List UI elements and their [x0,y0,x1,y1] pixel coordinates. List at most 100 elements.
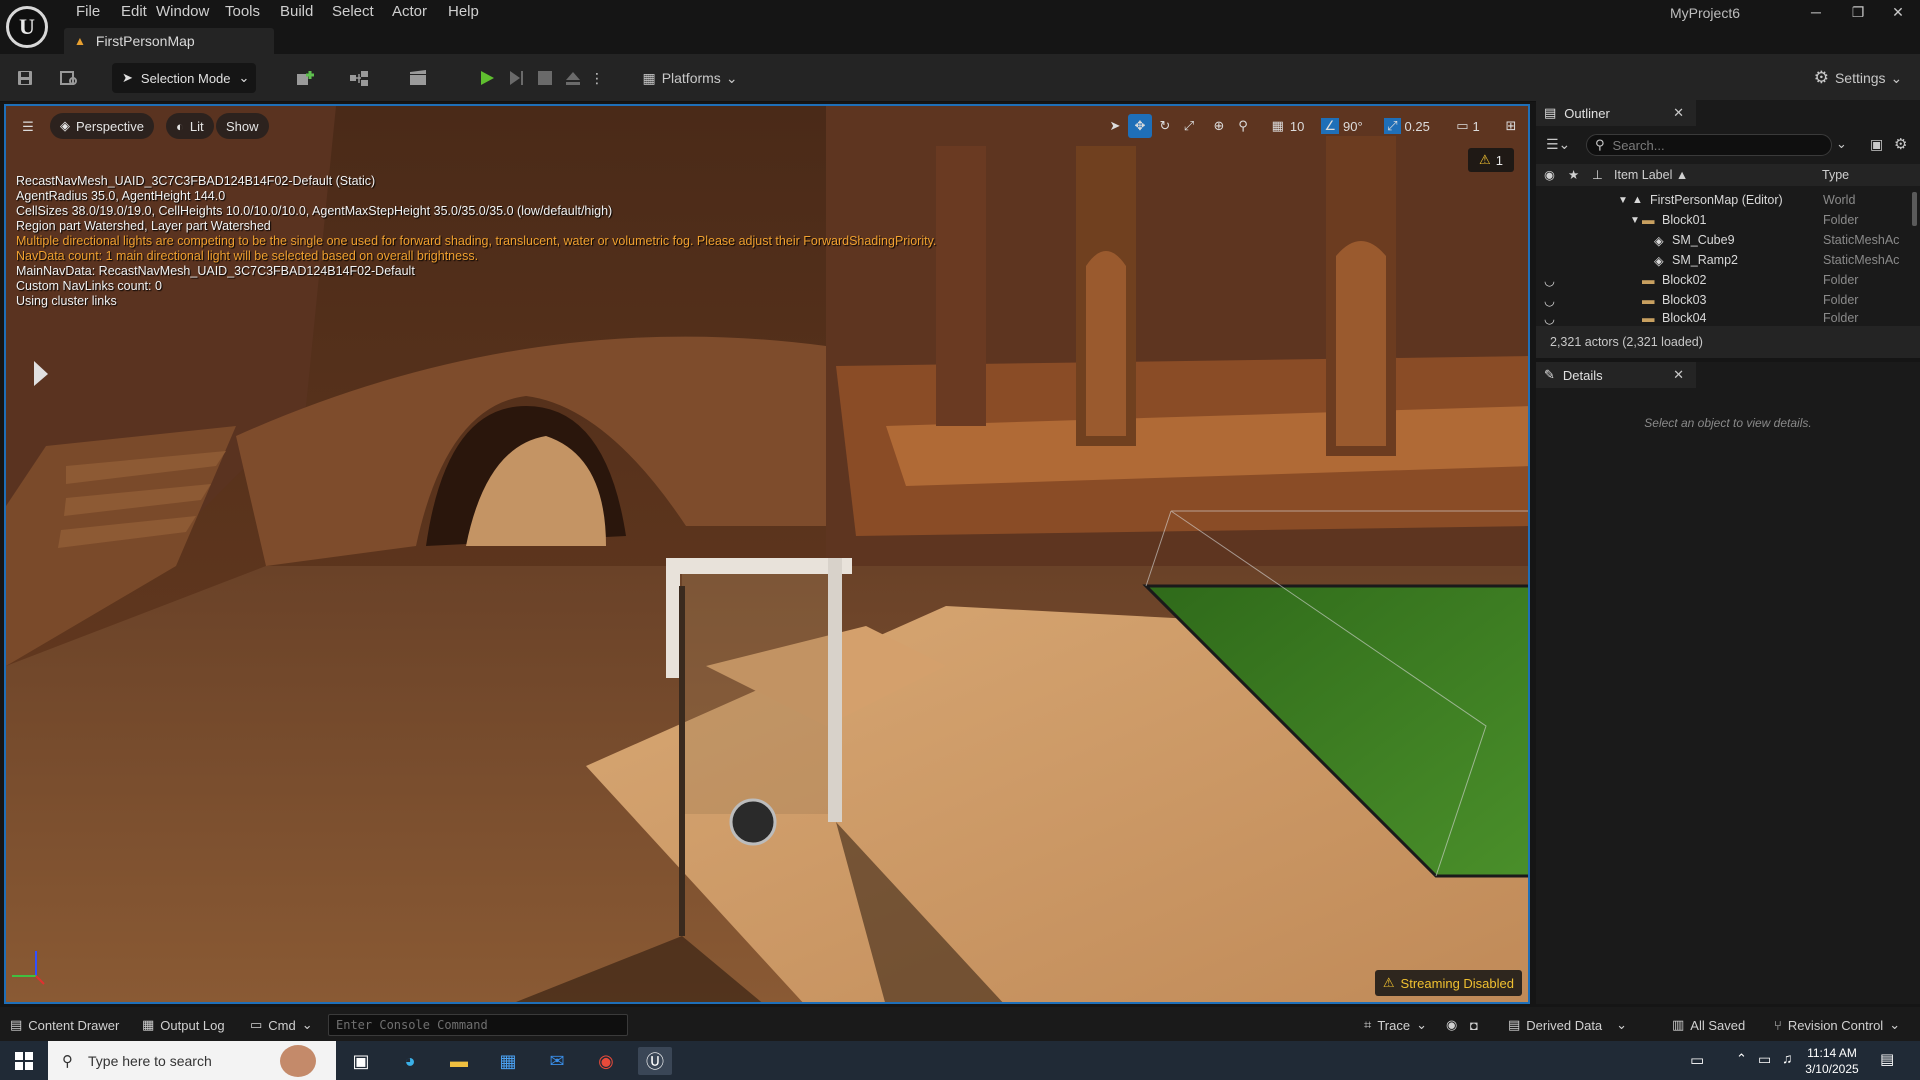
mail-icon[interactable]: ✉ [540,1047,574,1075]
grid-snap-button[interactable]: ▦ 10 [1264,114,1312,138]
tab-details[interactable]: ✎ Details ✕ [1536,362,1696,388]
caret-down-icon[interactable]: ▼ [1630,215,1640,226]
close-icon[interactable]: ✕ [1673,367,1684,383]
taskbar-clock[interactable]: 11:14 AM 3/10/2025 [1792,1045,1872,1077]
chevron-down-icon[interactable]: ⌄ [1836,136,1847,152]
outliner-row[interactable]: ◡ ▬ Block03 Folder [1536,290,1916,310]
viewport-menu-icon[interactable]: ☰ [16,115,40,139]
scale-snap-button[interactable]: ⤢ 0.25 [1378,114,1436,138]
all-saved-button[interactable]: ▥ All Saved [1672,1015,1745,1035]
unreal-taskbar-icon[interactable]: Ⓤ [638,1047,672,1075]
selection-mode-dropdown[interactable]: ➤ Selection Mode ⌄ [112,63,256,93]
notification-icon[interactable]: ▤ [1880,1050,1894,1068]
chevron-down-icon: ⌄ [1889,1017,1901,1032]
step-icon[interactable] [503,62,529,94]
eye-closed-icon[interactable]: ◡ [1544,293,1555,308]
outliner-row[interactable]: ◡ ▬ Block04 Folder [1536,310,1916,326]
volume-icon[interactable]: ♫ [1782,1050,1793,1066]
translate-tool-icon[interactable]: ✥ [1128,114,1152,138]
trace-dropdown[interactable]: ⌗ Trace ⌄ [1364,1015,1427,1035]
outliner-row[interactable]: ▼ ▲ FirstPersonMap (Editor) World [1536,190,1916,210]
browse-icon[interactable] [56,62,82,94]
perspective-button[interactable]: ◈ Perspective [50,113,154,139]
menu-window[interactable]: Window [146,3,219,21]
save-icon[interactable] [12,62,38,94]
restore-button[interactable]: ❐ [1838,2,1878,24]
stat-line: RecastNavMesh_UAID_3C7C3FBAD124B14F02-De… [16,174,376,188]
col-item-label[interactable]: Item Label ▲ [1614,168,1688,182]
store-icon[interactable]: ▦ [491,1047,525,1075]
close-button[interactable]: ✕ [1878,2,1918,24]
pin-icon[interactable]: ⊥ [1592,167,1603,182]
show-button[interactable]: Show [216,113,269,139]
windows-start-icon[interactable] [6,1047,42,1075]
settings-dropdown[interactable]: ⚙ Settings ⌄ [1810,62,1906,94]
select-tool-icon[interactable]: ➤ [1104,114,1126,138]
close-icon[interactable]: ✕ [1673,105,1684,121]
streaming-status[interactable]: ⚠ Streaming Disabled [1374,970,1522,996]
gear-icon[interactable]: ⚙ [1894,135,1907,153]
surface-snap-icon[interactable]: ⚲ [1232,114,1254,138]
record-icon[interactable]: ◉ [1446,1015,1457,1035]
output-log-button[interactable]: ▦ Output Log [142,1015,225,1035]
eye-closed-icon[interactable]: ◡ [1544,311,1555,326]
blueprint-icon[interactable] [340,62,380,94]
menu-select[interactable]: Select [322,3,384,21]
cinematics-icon[interactable] [398,62,440,94]
revision-control-dropdown[interactable]: ⑂ Revision Control ⌄ [1774,1015,1900,1035]
outliner-scrollbar[interactable] [1912,192,1917,226]
cmd-dropdown[interactable]: ▭ Cmd ⌄ [250,1015,313,1035]
rotation-snap-button[interactable]: ∠ 90° [1318,114,1366,138]
eject-icon[interactable] [560,62,586,94]
play-options-icon[interactable]: ⋮ [590,62,604,94]
menu-build[interactable]: Build [270,3,323,21]
edge-icon[interactable]: ◕ [393,1047,427,1075]
eye-closed-icon[interactable]: ◡ [1544,273,1555,288]
menu-tools[interactable]: Tools [215,3,270,21]
outliner-row[interactable]: ▼ ▬ Block01 Folder [1536,210,1916,230]
row-type: Folder [1823,311,1859,325]
unreal-logo-icon[interactable]: U [6,6,48,48]
world-space-icon[interactable]: ⊕ [1208,114,1230,138]
star-icon[interactable]: ★ [1568,167,1579,182]
caret-down-icon[interactable]: ▼ [1618,195,1628,206]
col-type[interactable]: Type [1822,168,1849,182]
scale-tool-icon[interactable]: ⤢ [1178,114,1200,138]
menu-file[interactable]: File [66,3,110,21]
level-viewport[interactable]: ☰ ◈ Perspective ◐ Lit Show ➤ ✥ ↻ ⤢ ⊕ ⚲ ▦… [4,104,1530,1004]
menu-actor[interactable]: Actor [382,3,437,21]
stop-icon[interactable] [532,62,558,94]
eye-icon[interactable]: ◉ [1544,167,1555,182]
add-folder-icon[interactable]: ▣ [1870,136,1883,153]
network-icon[interactable]: ▭ [1758,1051,1771,1068]
viewport-layout-icon[interactable]: ⊞ [1500,114,1522,138]
taskbar-search-input[interactable]: ⚲ Type here to search [48,1041,336,1080]
tab-outliner[interactable]: ▤ Outliner ✕ [1536,100,1696,126]
angle-icon: ∠ [1321,118,1339,134]
outliner-row[interactable]: ◈ SM_Ramp2 StaticMeshAc [1536,250,1916,270]
task-view-icon[interactable]: ▣ [344,1047,378,1075]
keyboard-icon[interactable]: ▭ [1690,1051,1704,1069]
camera-speed-button[interactable]: ▭ 1 [1448,114,1488,138]
filter-icon[interactable]: ☰⌄ [1546,136,1576,153]
file-explorer-icon[interactable]: ▬ [442,1047,476,1075]
selection-mode-label: Selection Mode [140,70,231,86]
play-icon[interactable] [474,62,500,94]
lit-button[interactable]: ◐ Lit [166,113,214,139]
chrome-icon[interactable]: ◉ [589,1047,623,1075]
add-actor-icon[interactable] [288,62,326,94]
tab-first-person-map[interactable]: ▲ FirstPersonMap [64,28,274,54]
outliner-row[interactable]: ◡ ▬ Block02 Folder [1536,270,1916,290]
minimize-button[interactable]: ─ [1796,2,1836,24]
content-drawer-button[interactable]: ▤ Content Drawer [10,1015,119,1035]
outliner-search-input[interactable]: ⚲ Search... [1586,134,1832,156]
platforms-dropdown[interactable]: ▦ Platforms ⌄ [640,62,740,94]
outliner-row[interactable]: ◈ SM_Cube9 StaticMeshAc [1536,230,1916,250]
rotate-tool-icon[interactable]: ↻ [1154,114,1176,138]
menu-help[interactable]: Help [438,3,489,21]
chevron-up-icon[interactable]: ⌃ [1736,1051,1747,1067]
screenshot-icon[interactable]: ◘ [1470,1015,1478,1035]
derived-data-dropdown[interactable]: ▤ Derived Data ⌄ [1508,1015,1627,1035]
console-command-input[interactable]: Enter Console Command [328,1014,628,1036]
warning-badge[interactable]: ⚠ 1 [1468,148,1514,172]
